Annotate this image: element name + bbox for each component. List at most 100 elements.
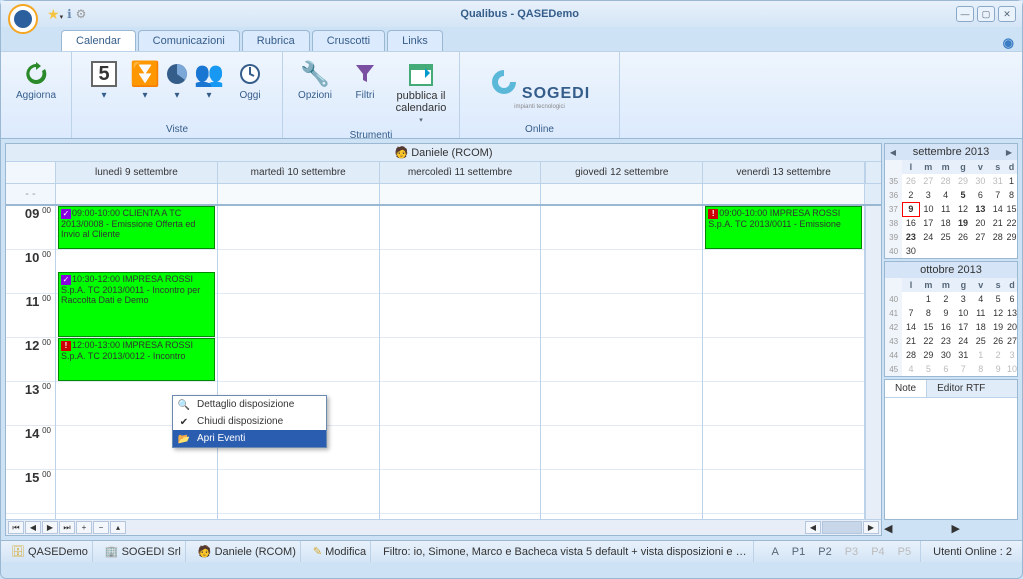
calendar-event[interactable]: !09:00-10:00 IMPRESA ROSSI S.p.A. TC 201…	[705, 206, 862, 249]
mini-cal-day[interactable]: 7	[902, 306, 919, 320]
day-column[interactable]	[218, 206, 380, 519]
mini-cal-day[interactable]: 17	[920, 216, 937, 230]
nav-last[interactable]: ⏭	[59, 521, 75, 534]
mini-cal-day[interactable]: 4	[937, 188, 954, 202]
mini-cal-day[interactable]: 29	[1006, 230, 1016, 244]
tab-links[interactable]: Links	[387, 30, 443, 51]
mini-cal-day[interactable]: 9	[902, 202, 919, 216]
mini-cal-day[interactable]: 14	[989, 202, 1006, 216]
mini-cal-day[interactable]: 25	[972, 334, 989, 348]
view-pie-button[interactable]: ▾	[162, 54, 192, 105]
prev-month-icon[interactable]: ◀	[887, 148, 899, 157]
nav-prev[interactable]: ◀	[25, 521, 41, 534]
mini-cal-day[interactable]: 7	[955, 362, 972, 376]
publish-button[interactable]: pubblica il calendario ▾	[391, 54, 451, 129]
notes-tab-note[interactable]: Note	[885, 380, 927, 397]
mini-cal-day[interactable]: 6	[1007, 292, 1017, 306]
page-button[interactable]: A	[766, 545, 783, 559]
minimize-button[interactable]: —	[956, 6, 974, 22]
mini-cal-day[interactable]: 27	[920, 174, 937, 188]
mini-cal-day[interactable]: 29	[920, 348, 937, 362]
mini-cal-day[interactable]: 1	[1006, 174, 1016, 188]
nav-first[interactable]: ⏮	[8, 521, 24, 534]
help-icon[interactable]: ◉	[1003, 35, 1014, 51]
mini-cal-day[interactable]: 6	[972, 188, 989, 202]
context-menu-item[interactable]: ✔Chiudi disposizione	[173, 413, 326, 430]
mini-cal-day[interactable]: 24	[955, 334, 972, 348]
day-column[interactable]	[541, 206, 703, 519]
mini-cal-day[interactable]: 5	[920, 362, 937, 376]
notes-body[interactable]	[885, 398, 1017, 519]
page-button[interactable]: P4	[866, 545, 889, 559]
sb-modifica[interactable]: ✎Modifica	[309, 541, 371, 562]
mini-cal-day[interactable]: 31	[955, 348, 972, 362]
mini-cal-day[interactable]: 9	[937, 306, 954, 320]
notes-tab-rtf[interactable]: Editor RTF	[927, 380, 995, 397]
mini-cal-day[interactable]: 10	[1007, 362, 1017, 376]
scroll-left[interactable]: ◀	[805, 521, 821, 534]
mini-cal-day[interactable]: 3	[920, 188, 937, 202]
day-header[interactable]: venerdì 13 settembre	[703, 162, 865, 183]
nav-next[interactable]: ▶	[42, 521, 58, 534]
mini-cal-day[interactable]: 20	[972, 216, 989, 230]
mini-cal-day[interactable]: 4	[972, 292, 989, 306]
mini-cal-day[interactable]: 17	[955, 320, 972, 334]
gear-icon[interactable]: ⚙	[76, 7, 87, 21]
view-compact-button[interactable]: ⏬▾	[130, 54, 160, 105]
sb-online[interactable]: Utenti Online : 2	[929, 541, 1016, 562]
mini-cal-day[interactable]: 2	[902, 188, 919, 202]
mini-cal-day[interactable]	[989, 244, 1006, 258]
tab-calendar[interactable]: Calendar	[61, 30, 136, 51]
mini-cal-day[interactable]	[920, 244, 937, 258]
day-header[interactable]: giovedì 12 settembre	[541, 162, 703, 183]
mini-cal-day[interactable]: 11	[937, 202, 954, 216]
day-header[interactable]: mercoledì 11 settembre	[380, 162, 542, 183]
mini-cal-day[interactable]: 27	[1007, 334, 1017, 348]
mini-cal-day[interactable]: 3	[1007, 348, 1017, 362]
mini-cal-day[interactable]: 16	[902, 216, 919, 230]
mini-cal-day[interactable]: 5	[989, 292, 1006, 306]
filters-button[interactable]: Filtri	[341, 54, 389, 105]
mini-cal-day[interactable]: 12	[954, 202, 971, 216]
mini-cal-day[interactable]: 9	[989, 362, 1006, 376]
mini-cal-day[interactable]: 3	[955, 292, 972, 306]
next-month-icon[interactable]: ▶	[1003, 148, 1015, 157]
today-button[interactable]: Oggi	[226, 54, 274, 105]
mini-cal-day[interactable]: 23	[902, 230, 919, 244]
page-button[interactable]: P5	[893, 545, 916, 559]
view-day-button[interactable]: 5▾	[80, 54, 128, 105]
sb-company[interactable]: 🏢SOGEDI Srl	[101, 541, 186, 562]
mini-calendar-sep[interactable]: ◀settembre 2013▶lmmgvsd35262728293031136…	[884, 143, 1018, 259]
mini-cal-day[interactable]: 12	[989, 306, 1006, 320]
day-column[interactable]: !09:00-10:00 IMPRESA ROSSI S.p.A. TC 201…	[703, 206, 865, 519]
day-header[interactable]: lunedì 9 settembre	[56, 162, 218, 183]
context-menu-item[interactable]: 🔍Dettaglio disposizione	[173, 396, 326, 413]
mini-cal-day[interactable]: 28	[989, 230, 1006, 244]
mini-cal-day[interactable]: 26	[954, 230, 971, 244]
sogedi-logo[interactable]: SOGEDI impianti tecnologici	[489, 67, 590, 109]
tab-cruscotti[interactable]: Cruscotti	[312, 30, 385, 51]
mini-cal-day[interactable]	[1006, 244, 1016, 258]
mini-cal-day[interactable]: 30	[937, 348, 954, 362]
sb-db[interactable]: 🗄QASEDemo	[7, 541, 93, 562]
scroll-right[interactable]: ▶	[863, 521, 879, 534]
close-button[interactable]: ✕	[998, 6, 1016, 22]
mini-cal-day[interactable]: 22	[1006, 216, 1016, 230]
mini-cal-day[interactable]: 24	[920, 230, 937, 244]
mini-cal-day[interactable]: 20	[1007, 320, 1017, 334]
mini-cal-day[interactable]: 31	[989, 174, 1006, 188]
mini-calendar-oct[interactable]: ottobre 2013lmmgvsd401234564178910111213…	[884, 261, 1018, 377]
calendar-event[interactable]: ✓09:00-10:00 CLIENTA A TC 2013/0008 - Em…	[58, 206, 215, 249]
mini-cal-day[interactable]: 21	[989, 216, 1006, 230]
day-column[interactable]	[380, 206, 542, 519]
day-header[interactable]: martedì 10 settembre	[218, 162, 380, 183]
sb-user[interactable]: 🧑Daniele (RCOM)	[194, 541, 301, 562]
mini-cal-day[interactable]: 26	[989, 334, 1006, 348]
nav-add[interactable]: +	[76, 521, 92, 534]
mini-cal-day[interactable]: 15	[920, 320, 937, 334]
mini-cal-day[interactable]: 1	[972, 348, 989, 362]
star-icon[interactable]: ★▾	[47, 6, 63, 23]
mini-cal-day[interactable]: 30	[972, 174, 989, 188]
mini-cal-day[interactable]	[902, 292, 919, 306]
mini-cal-day[interactable]: 10	[920, 202, 937, 216]
